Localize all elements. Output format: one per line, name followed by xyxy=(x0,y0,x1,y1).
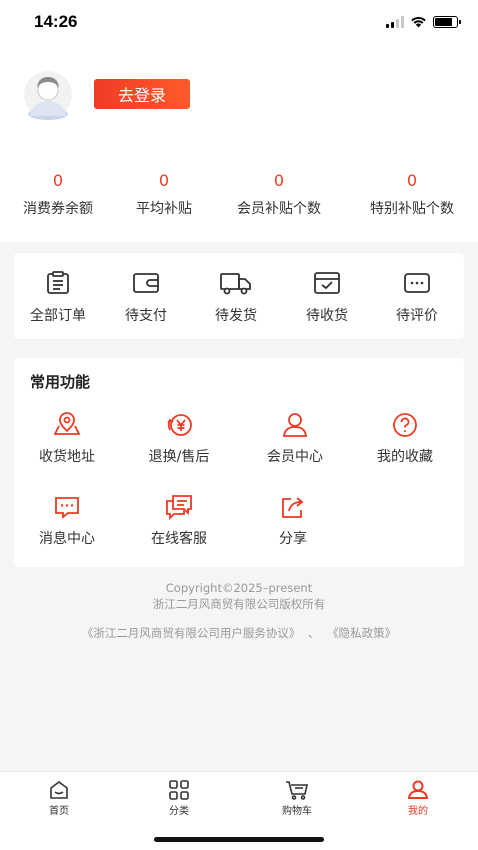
truck-icon xyxy=(220,273,251,295)
cart-icon xyxy=(286,781,308,800)
order-label: 待支付 xyxy=(125,308,167,324)
stat-member-subsidy-count[interactable]: 0 会员补贴个数 xyxy=(224,170,334,218)
stat-value: 0 xyxy=(158,171,170,190)
tab-cart[interactable]: 购物车 xyxy=(262,780,332,817)
stat-value: 0 xyxy=(273,171,285,190)
func-label: 退换/售后 xyxy=(148,449,210,465)
share-icon xyxy=(282,497,304,518)
map-pin-icon xyxy=(53,412,81,435)
wallet-icon xyxy=(133,273,159,293)
order-pending-shipment-button[interactable]: 待发货 xyxy=(196,271,276,325)
share-button[interactable]: 分享 xyxy=(238,494,348,548)
functions-card: 常用功能 收货地址 退换/售后 会员中心 我的收藏 消息中心 在线客服 分享 xyxy=(14,358,464,567)
after-sales-button[interactable]: 退换/售后 xyxy=(124,412,234,466)
stat-value: 0 xyxy=(52,171,64,190)
grid-icon xyxy=(169,780,189,800)
func-label: 消息中心 xyxy=(39,531,95,547)
box-check-icon xyxy=(314,272,340,294)
tab-label: 首页 xyxy=(49,806,69,817)
link-separator: 、 xyxy=(308,626,320,640)
agreement-links: 《浙江二月风商贸有限公司用户服务协议》 、 《隐私政策》 xyxy=(0,625,478,641)
home-icon xyxy=(50,781,68,799)
func-label: 我的收藏 xyxy=(377,449,433,465)
stat-label: 平均补贴 xyxy=(136,201,192,217)
tab-home[interactable]: 首页 xyxy=(24,780,94,817)
stat-coupon-balance[interactable]: 0 消费券余额 xyxy=(8,170,108,218)
tab-mine[interactable]: 我的 xyxy=(383,780,453,817)
stats-row: 0 消费券余额 0 平均补贴 0 会员补贴个数 0 特别补贴个数 xyxy=(0,170,478,222)
home-indicator xyxy=(154,837,324,842)
chat-dots-icon xyxy=(404,273,430,293)
message-icon xyxy=(55,497,79,519)
stat-average-subsidy[interactable]: 0 平均补贴 xyxy=(114,170,214,218)
stat-label: 特别补贴个数 xyxy=(370,201,454,217)
privacy-policy-link[interactable]: 《隐私政策》 xyxy=(327,626,396,640)
func-label: 收货地址 xyxy=(39,449,95,465)
status-time: 14:26 xyxy=(34,12,78,31)
stat-special-subsidy-count[interactable]: 0 特别补贴个数 xyxy=(357,170,467,218)
login-button[interactable]: 去登录 xyxy=(94,79,190,109)
help-circle-icon xyxy=(393,413,417,437)
service-chat-icon xyxy=(166,495,192,520)
signal-icon xyxy=(386,16,404,28)
stat-label: 消费券余额 xyxy=(23,201,93,217)
order-label: 待发货 xyxy=(215,308,257,324)
order-label: 待收货 xyxy=(306,308,348,324)
tab-category[interactable]: 分类 xyxy=(144,780,214,817)
message-center-button[interactable]: 消息中心 xyxy=(12,494,122,548)
func-label: 会员中心 xyxy=(267,449,323,465)
func-label: 分享 xyxy=(279,531,307,547)
refund-icon xyxy=(167,414,192,436)
order-label: 待评价 xyxy=(396,308,438,324)
orders-card: 全部订单 待支付 待发货 待收货 待评价 xyxy=(14,253,464,339)
clipboard-icon xyxy=(47,271,69,294)
favorites-button[interactable]: 我的收藏 xyxy=(350,412,460,466)
functions-title: 常用功能 xyxy=(30,373,91,391)
user-agreement-link[interactable]: 《浙江二月风商贸有限公司用户服务协议》 xyxy=(82,626,301,640)
status-icons xyxy=(386,14,461,30)
user-icon xyxy=(282,413,308,437)
tab-label: 购物车 xyxy=(282,806,312,817)
order-pending-payment-button[interactable]: 待支付 xyxy=(106,271,186,325)
order-pending-review-button[interactable]: 待评价 xyxy=(377,271,457,325)
online-service-button[interactable]: 在线客服 xyxy=(124,494,234,548)
wifi-icon xyxy=(411,16,426,28)
company-line: 浙江二月风商贸有限公司版权所有 xyxy=(152,597,326,611)
stat-value: 0 xyxy=(406,171,418,190)
order-pending-receipt-button[interactable]: 待收货 xyxy=(287,271,367,325)
battery-icon xyxy=(433,16,461,28)
tab-label: 分类 xyxy=(169,806,189,817)
copyright-line: Copyright©2025–present xyxy=(165,581,313,595)
order-all-button[interactable]: 全部订单 xyxy=(18,271,98,325)
address-button[interactable]: 收货地址 xyxy=(12,412,122,466)
copyright: Copyright©2025–present 浙江二月风商贸有限公司版权所有 xyxy=(0,580,478,612)
profile-icon xyxy=(407,780,429,799)
avatar[interactable] xyxy=(20,70,76,120)
status-bar: 14:26 xyxy=(0,0,478,44)
member-center-button[interactable]: 会员中心 xyxy=(240,412,350,466)
func-label: 在线客服 xyxy=(151,531,207,547)
stat-label: 会员补贴个数 xyxy=(237,201,321,217)
tab-label: 我的 xyxy=(408,806,428,817)
order-label: 全部订单 xyxy=(30,308,86,324)
